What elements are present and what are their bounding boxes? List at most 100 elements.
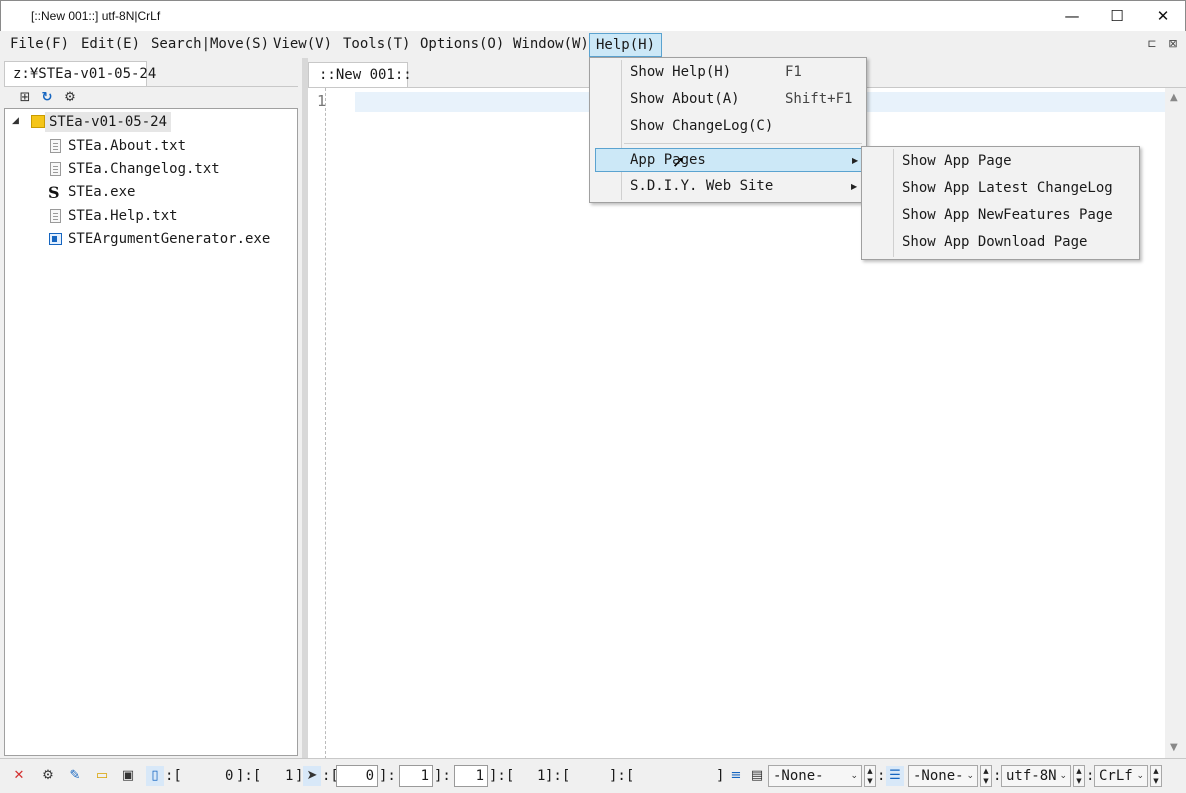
chevron-down-icon: ⌄ bbox=[1136, 771, 1144, 781]
menu-item-show-help[interactable]: Show Help(H) F1 bbox=[592, 60, 864, 85]
vertical-scrollbar[interactable]: ▲ ▼ bbox=[1165, 88, 1186, 759]
menu-edit[interactable]: Edit(E) bbox=[75, 33, 146, 57]
menu-item-show-app-download-page[interactable]: Show App Download Page bbox=[864, 230, 1137, 255]
file-lock-icon[interactable]: ▯ bbox=[146, 766, 164, 786]
sel-end: ]:[ bbox=[545, 768, 571, 784]
help-menu-dropdown: Show Help(H) F1 Show About(A) Shift+F1 S… bbox=[589, 57, 867, 203]
menu-item-label: Show App Page bbox=[902, 153, 1012, 169]
scroll-down-icon[interactable]: ▼ bbox=[1170, 742, 1178, 753]
menu-tools[interactable]: Tools(T) bbox=[337, 33, 416, 57]
menu-item-label: Show App Latest ChangeLog bbox=[902, 180, 1113, 196]
close-file-icon[interactable]: ✕ bbox=[10, 766, 28, 786]
menu-item-label: App Pages bbox=[630, 152, 706, 168]
file-explorer-panel: z:¥STEa-v01-05-24 ⊞ ↻ ⚙ ◢ STEa-v01-05-24… bbox=[0, 58, 302, 758]
menu-view[interactable]: View(V) bbox=[267, 33, 338, 57]
gutter-divider bbox=[325, 88, 326, 759]
menu-separator bbox=[624, 143, 862, 144]
collapse-icon[interactable]: ◢ bbox=[12, 116, 19, 126]
mouse-cursor-icon: ➚ bbox=[672, 152, 686, 171]
fullscreen-icon[interactable]: ⊠ bbox=[1166, 37, 1180, 51]
explorer-toolbar: ⊞ ↻ ⚙ bbox=[4, 86, 298, 108]
sel-c-field[interactable]: 1 bbox=[454, 765, 488, 787]
settings-icon[interactable]: ⚙ bbox=[39, 766, 57, 786]
eol-spinner[interactable]: ▲ ▼ bbox=[1150, 765, 1162, 787]
explorer-tab[interactable]: z:¥STEa-v01-05-24 bbox=[4, 61, 156, 86]
syntax-spinner[interactable]: ▲ ▼ bbox=[864, 765, 876, 787]
menu-item-shortcut: F1 bbox=[785, 64, 802, 80]
encoding-select[interactable]: utf-8N ⌄ bbox=[1001, 765, 1071, 787]
tree-item-label: STEa.About.txt bbox=[68, 138, 187, 154]
menu-item-show-app-page[interactable]: Show App Page bbox=[864, 149, 1137, 174]
menu-file[interactable]: File(F) bbox=[4, 33, 75, 57]
encoding-value: utf-8N bbox=[1006, 768, 1057, 784]
open-folder-icon[interactable]: ▭ bbox=[93, 766, 111, 786]
executable-icon bbox=[49, 233, 62, 245]
menu-item-show-app-newfeatures-page[interactable]: Show App NewFeatures Page bbox=[864, 203, 1137, 228]
tree-item-label: STEa.exe bbox=[68, 184, 136, 200]
close-button[interactable]: ✕ bbox=[1140, 1, 1186, 31]
minimize-icon: — bbox=[1064, 7, 1080, 25]
tree-item[interactable]: STEa.Help.txt bbox=[5, 205, 295, 227]
status-bar: ✕ ⚙ ✎ ▭ ▣ ▯ :[ 0 ]:[ 1 ] ➤ :[ 0 ]:[ 1 ]:… bbox=[0, 758, 1186, 793]
tree-item[interactable]: STEa.Changelog.txt bbox=[5, 158, 295, 180]
menu-item-label: Show About(A) bbox=[630, 91, 740, 107]
menu-item-label: Show Help(H) bbox=[630, 64, 732, 80]
submenu-arrow-icon: ▶ bbox=[852, 156, 859, 165]
tree-item[interactable]: STEArgumentGenerator.exe bbox=[5, 228, 295, 250]
menu-item-show-about[interactable]: Show About(A) Shift+F1 bbox=[592, 87, 864, 112]
indent-spinner[interactable]: ▲ ▼ bbox=[980, 765, 992, 787]
menu-item-show-changelog[interactable]: Show ChangeLog(C) bbox=[592, 114, 864, 139]
menu-item-label: S.D.I.Y. Web Site bbox=[630, 178, 774, 194]
tree-item[interactable]: S STEa.exe bbox=[5, 181, 295, 203]
pencil-icon[interactable]: ✎ bbox=[66, 766, 84, 786]
sel-b-field[interactable]: 1 bbox=[399, 765, 433, 787]
folder-icon bbox=[31, 115, 45, 128]
pin-icon[interactable]: ⊏ bbox=[1145, 37, 1159, 51]
eol-select[interactable]: CrLf ⌄ bbox=[1094, 765, 1148, 787]
menu-item-sdiy-web-site[interactable]: S.D.I.Y. Web Site ▶ bbox=[592, 174, 864, 199]
line-gutter: 1 bbox=[308, 88, 326, 759]
menu-item-show-app-latest-changelog[interactable]: Show App Latest ChangeLog bbox=[864, 176, 1137, 201]
encoding-spinner[interactable]: ▲ ▼ bbox=[1073, 765, 1085, 787]
menu-window[interactable]: Window(W) bbox=[507, 33, 595, 57]
menu-item-app-pages[interactable]: App Pages ▶ bbox=[595, 148, 862, 172]
sel-a-field[interactable]: 0 bbox=[336, 765, 378, 787]
menu-bar: File(F) Edit(E) Search|Move(S) View(V) T… bbox=[0, 31, 1186, 58]
sep-3: ]:[ bbox=[489, 768, 515, 784]
maximize-icon: ☐ bbox=[1110, 7, 1124, 25]
app-pages-submenu: Show App Page Show App Latest ChangeLog … bbox=[861, 146, 1140, 260]
indent-select[interactable]: -None- ⌄ bbox=[908, 765, 978, 787]
tree-root[interactable]: ◢ STEa-v01-05-24 bbox=[5, 111, 295, 133]
wrap-icon[interactable]: ≡ bbox=[727, 766, 745, 786]
window-title: [::New 001::] utf-8N|CrLf bbox=[31, 9, 161, 23]
tree-view-icon[interactable]: ⊞ bbox=[16, 89, 34, 107]
tree-item[interactable]: STEa.About.txt bbox=[5, 135, 295, 157]
scroll-up-icon[interactable]: ▲ bbox=[1170, 92, 1178, 103]
view-icon[interactable]: ▤ bbox=[748, 766, 766, 786]
menu-options[interactable]: Options(O) bbox=[414, 33, 510, 57]
menu-help[interactable]: Help(H) bbox=[589, 33, 663, 57]
indent-icon[interactable]: ☰ bbox=[886, 766, 904, 786]
gear-icon[interactable]: ⚙ bbox=[61, 89, 79, 107]
eol-value: CrLf bbox=[1099, 768, 1133, 784]
sel-close: ] bbox=[716, 768, 725, 784]
menu-search-move[interactable]: Search|Move(S) bbox=[145, 33, 275, 57]
chevron-down-icon: ⌄ bbox=[850, 771, 858, 781]
maximize-button[interactable]: ☐ bbox=[1094, 1, 1140, 31]
tree-root-label: STEa-v01-05-24 bbox=[45, 112, 172, 132]
indent-value: -None- bbox=[913, 768, 964, 784]
syntax-value: -None- bbox=[773, 768, 824, 784]
syntax-select[interactable]: -None- ⌄ bbox=[768, 765, 862, 787]
file-tree: ◢ STEa-v01-05-24 STEa.About.txt STEa.Cha… bbox=[4, 108, 298, 756]
pos1-b: 1 bbox=[285, 768, 294, 784]
refresh-icon[interactable]: ↻ bbox=[38, 89, 56, 107]
stea-app-icon: S bbox=[48, 183, 60, 202]
chevron-down-icon: ⌄ bbox=[1059, 771, 1067, 781]
terminal-icon[interactable]: ▣ bbox=[119, 766, 137, 786]
menu-item-label: Show App Download Page bbox=[902, 234, 1088, 250]
editor-tab[interactable]: ::New 001:: bbox=[308, 62, 412, 87]
pos1-prefix: :[ bbox=[165, 768, 182, 784]
minimize-button[interactable]: — bbox=[1049, 1, 1095, 31]
cursor-mode-icon[interactable]: ➤ bbox=[303, 766, 321, 786]
menu-item-shortcut: Shift+F1 bbox=[785, 91, 853, 107]
